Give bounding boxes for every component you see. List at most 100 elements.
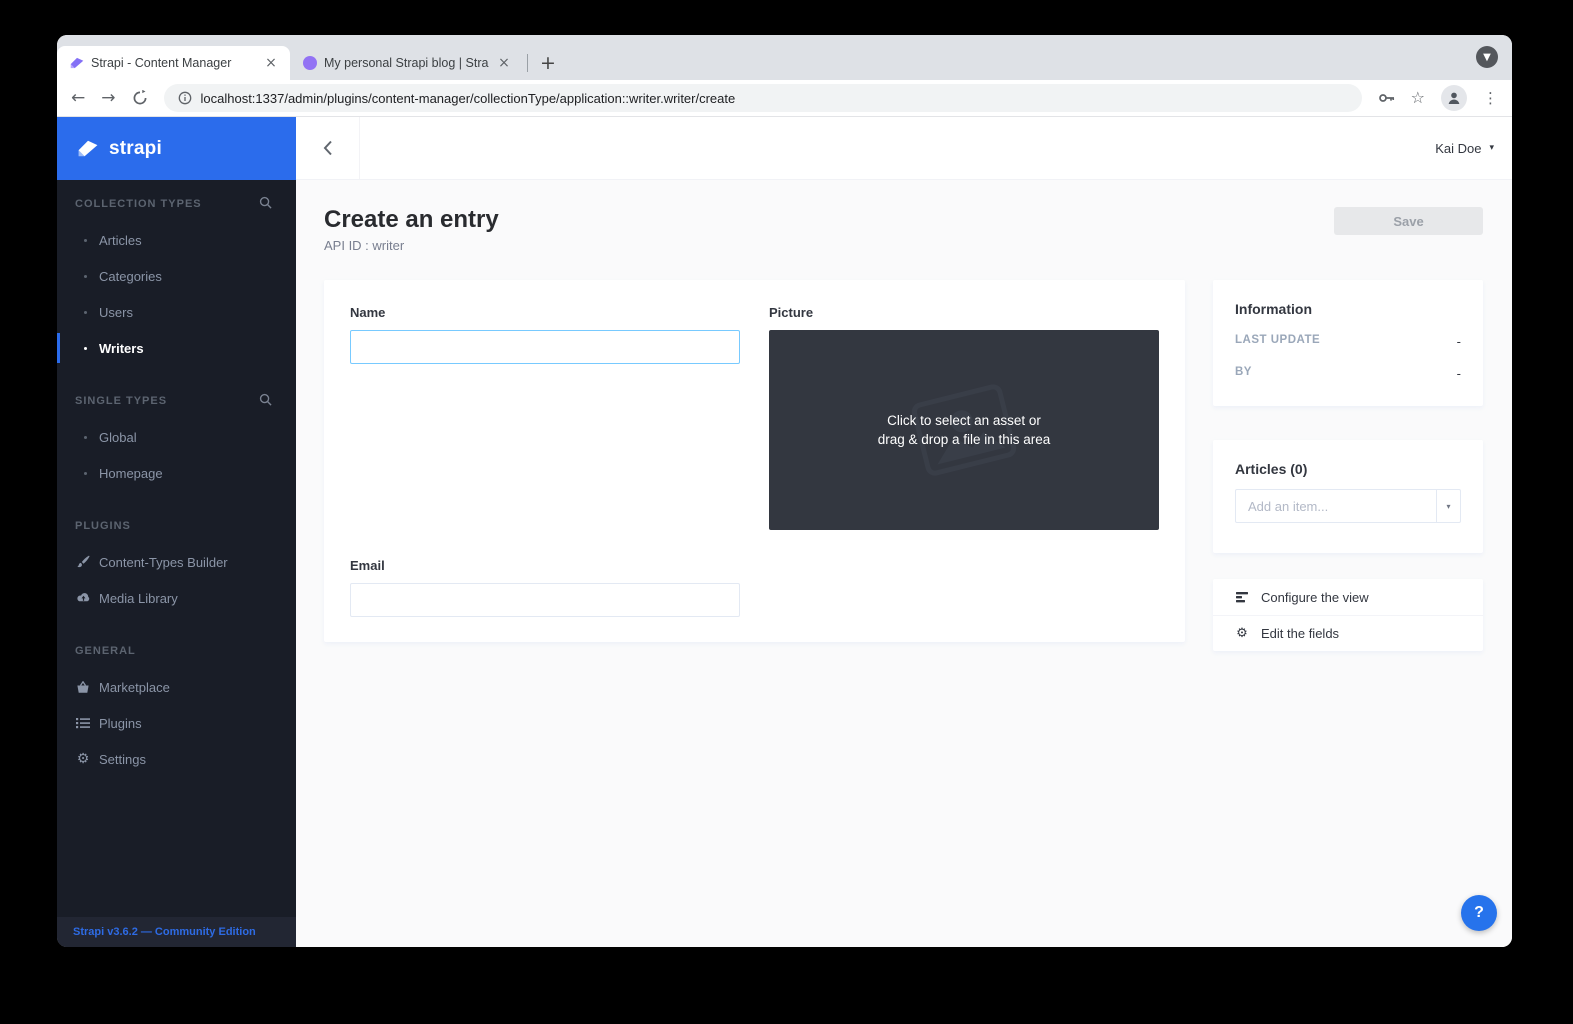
- dropzone-line1: Click to select an asset or: [878, 411, 1051, 430]
- app-topbar: Kai Doe ▾: [296, 117, 1512, 180]
- information-title: Information: [1235, 301, 1461, 317]
- chevron-down-icon[interactable]: ▾: [1436, 490, 1460, 522]
- page-content: Create an entry API ID : writer Save Nam…: [296, 180, 1512, 947]
- section-title: SINGLE TYPES: [75, 395, 259, 407]
- section-title: PLUGINS: [75, 520, 272, 532]
- reload-icon[interactable]: [132, 90, 148, 106]
- tab-strip: Strapi - Content Manager × My personal S…: [57, 35, 1512, 80]
- sidebar-item-label: Settings: [99, 752, 146, 767]
- brush-icon: [75, 555, 91, 569]
- add-item-select[interactable]: ▾: [1235, 489, 1461, 523]
- section-header: COLLECTION TYPES: [57, 186, 296, 222]
- main-area: Kai Doe ▾ Create an entry API ID : write…: [296, 117, 1512, 947]
- strapi-favicon-icon: [69, 55, 85, 71]
- section-plugins: PLUGINS Content-Types Builder Media Libr…: [57, 508, 296, 616]
- page-header: Create an entry API ID : writer Save: [324, 180, 1483, 280]
- url-text: localhost:1337/admin/plugins/content-man…: [201, 91, 736, 106]
- sidebar-item-label: Media Library: [99, 591, 178, 606]
- bullet-icon: [84, 436, 87, 439]
- browser-toolbar: ← → localhost:1337/admin/plugins/content…: [57, 80, 1512, 117]
- tab-title: Strapi - Content Manager: [91, 56, 256, 70]
- picture-label: Picture: [769, 305, 1159, 320]
- bullet-icon: [84, 347, 87, 350]
- tab-search-button[interactable]: ▼: [1476, 46, 1498, 68]
- sidebar-item-label: Categories: [99, 269, 162, 284]
- bullet-icon: [84, 275, 87, 278]
- basket-icon: [75, 681, 91, 694]
- sidebar: strapi COLLECTION TYPES Articles: [57, 117, 296, 947]
- tab-personal-blog[interactable]: My personal Strapi blog | Strap ×: [290, 46, 523, 80]
- browser-back-button[interactable]: ←: [71, 90, 85, 107]
- tab-strapi-content-manager[interactable]: Strapi - Content Manager ×: [57, 46, 290, 80]
- link-label: Configure the view: [1261, 590, 1369, 605]
- strapi-app: strapi COLLECTION TYPES Articles: [57, 117, 1512, 947]
- info-row-by: BY -: [1235, 366, 1461, 381]
- email-input[interactable]: [350, 583, 740, 617]
- strapi-version-link[interactable]: Strapi v3.6.2 — Community Edition: [57, 917, 296, 947]
- bullet-icon: [84, 472, 87, 475]
- back-button[interactable]: [296, 117, 360, 179]
- sidebar-item-plugins[interactable]: Plugins: [57, 705, 296, 741]
- strapi-logo[interactable]: strapi: [57, 117, 296, 180]
- section-header: SINGLE TYPES: [57, 383, 296, 419]
- section-single-types: SINGLE TYPES Global Homepage: [57, 383, 296, 491]
- key-icon[interactable]: [1378, 91, 1395, 105]
- avatar[interactable]: [1441, 85, 1467, 111]
- tab-divider: [527, 54, 528, 72]
- sidebar-item-categories[interactable]: Categories: [57, 258, 296, 294]
- new-tab-button[interactable]: +: [534, 49, 562, 77]
- dropzone-text: Click to select an asset or drag & drop …: [878, 411, 1051, 449]
- sidebar-item-users[interactable]: Users: [57, 294, 296, 330]
- strapi-logo-text: strapi: [109, 138, 162, 160]
- gear-icon: ⚙: [75, 751, 91, 767]
- sidebar-item-articles[interactable]: Articles: [57, 222, 296, 258]
- search-icon[interactable]: [259, 393, 272, 409]
- sidebar-item-homepage[interactable]: Homepage: [57, 455, 296, 491]
- sidebar-item-media-library[interactable]: Media Library: [57, 580, 296, 616]
- bookmark-star-icon[interactable]: ☆: [1411, 90, 1425, 106]
- page-info-icon[interactable]: [178, 91, 192, 105]
- page-subtitle: API ID : writer: [324, 238, 1483, 253]
- sidebar-item-content-types-builder[interactable]: Content-Types Builder: [57, 544, 296, 580]
- sidebar-item-label: Articles: [99, 233, 142, 248]
- section-title: GENERAL: [75, 645, 272, 657]
- sidebar-item-label: Global: [99, 430, 137, 445]
- info-value: -: [1457, 334, 1461, 349]
- user-name: Kai Doe: [1435, 141, 1481, 156]
- page-body: Name Picture: [324, 280, 1483, 651]
- layout-icon: [1235, 591, 1249, 603]
- info-value: -: [1457, 366, 1461, 381]
- url-bar[interactable]: localhost:1337/admin/plugins/content-man…: [164, 84, 1362, 112]
- add-item-input[interactable]: [1236, 490, 1436, 522]
- section-header: GENERAL: [57, 633, 296, 669]
- articles-relation-card: Articles (0) ▾: [1213, 440, 1483, 553]
- close-tab-icon[interactable]: ×: [262, 54, 280, 72]
- sidebar-item-label: Marketplace: [99, 680, 170, 695]
- info-label: BY: [1235, 366, 1252, 381]
- sidebar-item-marketplace[interactable]: Marketplace: [57, 669, 296, 705]
- help-button[interactable]: ?: [1461, 895, 1497, 931]
- edit-fields-link[interactable]: ⚙ Edit the fields: [1213, 615, 1483, 651]
- sidebar-item-writers[interactable]: Writers: [57, 330, 296, 366]
- save-button[interactable]: Save: [1334, 207, 1483, 235]
- strapi-logo-icon: [76, 138, 100, 159]
- configure-view-link[interactable]: Configure the view: [1213, 579, 1483, 615]
- info-label: LAST UPDATE: [1235, 334, 1320, 349]
- bullet-icon: [84, 239, 87, 242]
- sidebar-item-global[interactable]: Global: [57, 419, 296, 455]
- sidebar-item-label: Plugins: [99, 716, 142, 731]
- name-input[interactable]: [350, 330, 740, 364]
- picture-field-group: Picture Click to select an asset or: [769, 305, 1159, 530]
- user-menu[interactable]: Kai Doe ▾: [1435, 141, 1494, 156]
- browser-menu-icon[interactable]: ⋮: [1483, 91, 1498, 106]
- email-field-group: Email: [350, 558, 740, 617]
- page-title: Create an entry: [324, 206, 1483, 234]
- sidebar-item-settings[interactable]: ⚙ Settings: [57, 741, 296, 777]
- browser-forward-button[interactable]: →: [101, 90, 115, 107]
- close-tab-icon[interactable]: ×: [495, 54, 513, 72]
- section-general: GENERAL Marketplace Plugins: [57, 633, 296, 777]
- blog-favicon-icon: [303, 56, 317, 70]
- picture-dropzone[interactable]: Click to select an asset or drag & drop …: [769, 330, 1159, 530]
- search-icon[interactable]: [259, 196, 272, 212]
- right-panel: Information LAST UPDATE - BY - Arti: [1213, 280, 1483, 651]
